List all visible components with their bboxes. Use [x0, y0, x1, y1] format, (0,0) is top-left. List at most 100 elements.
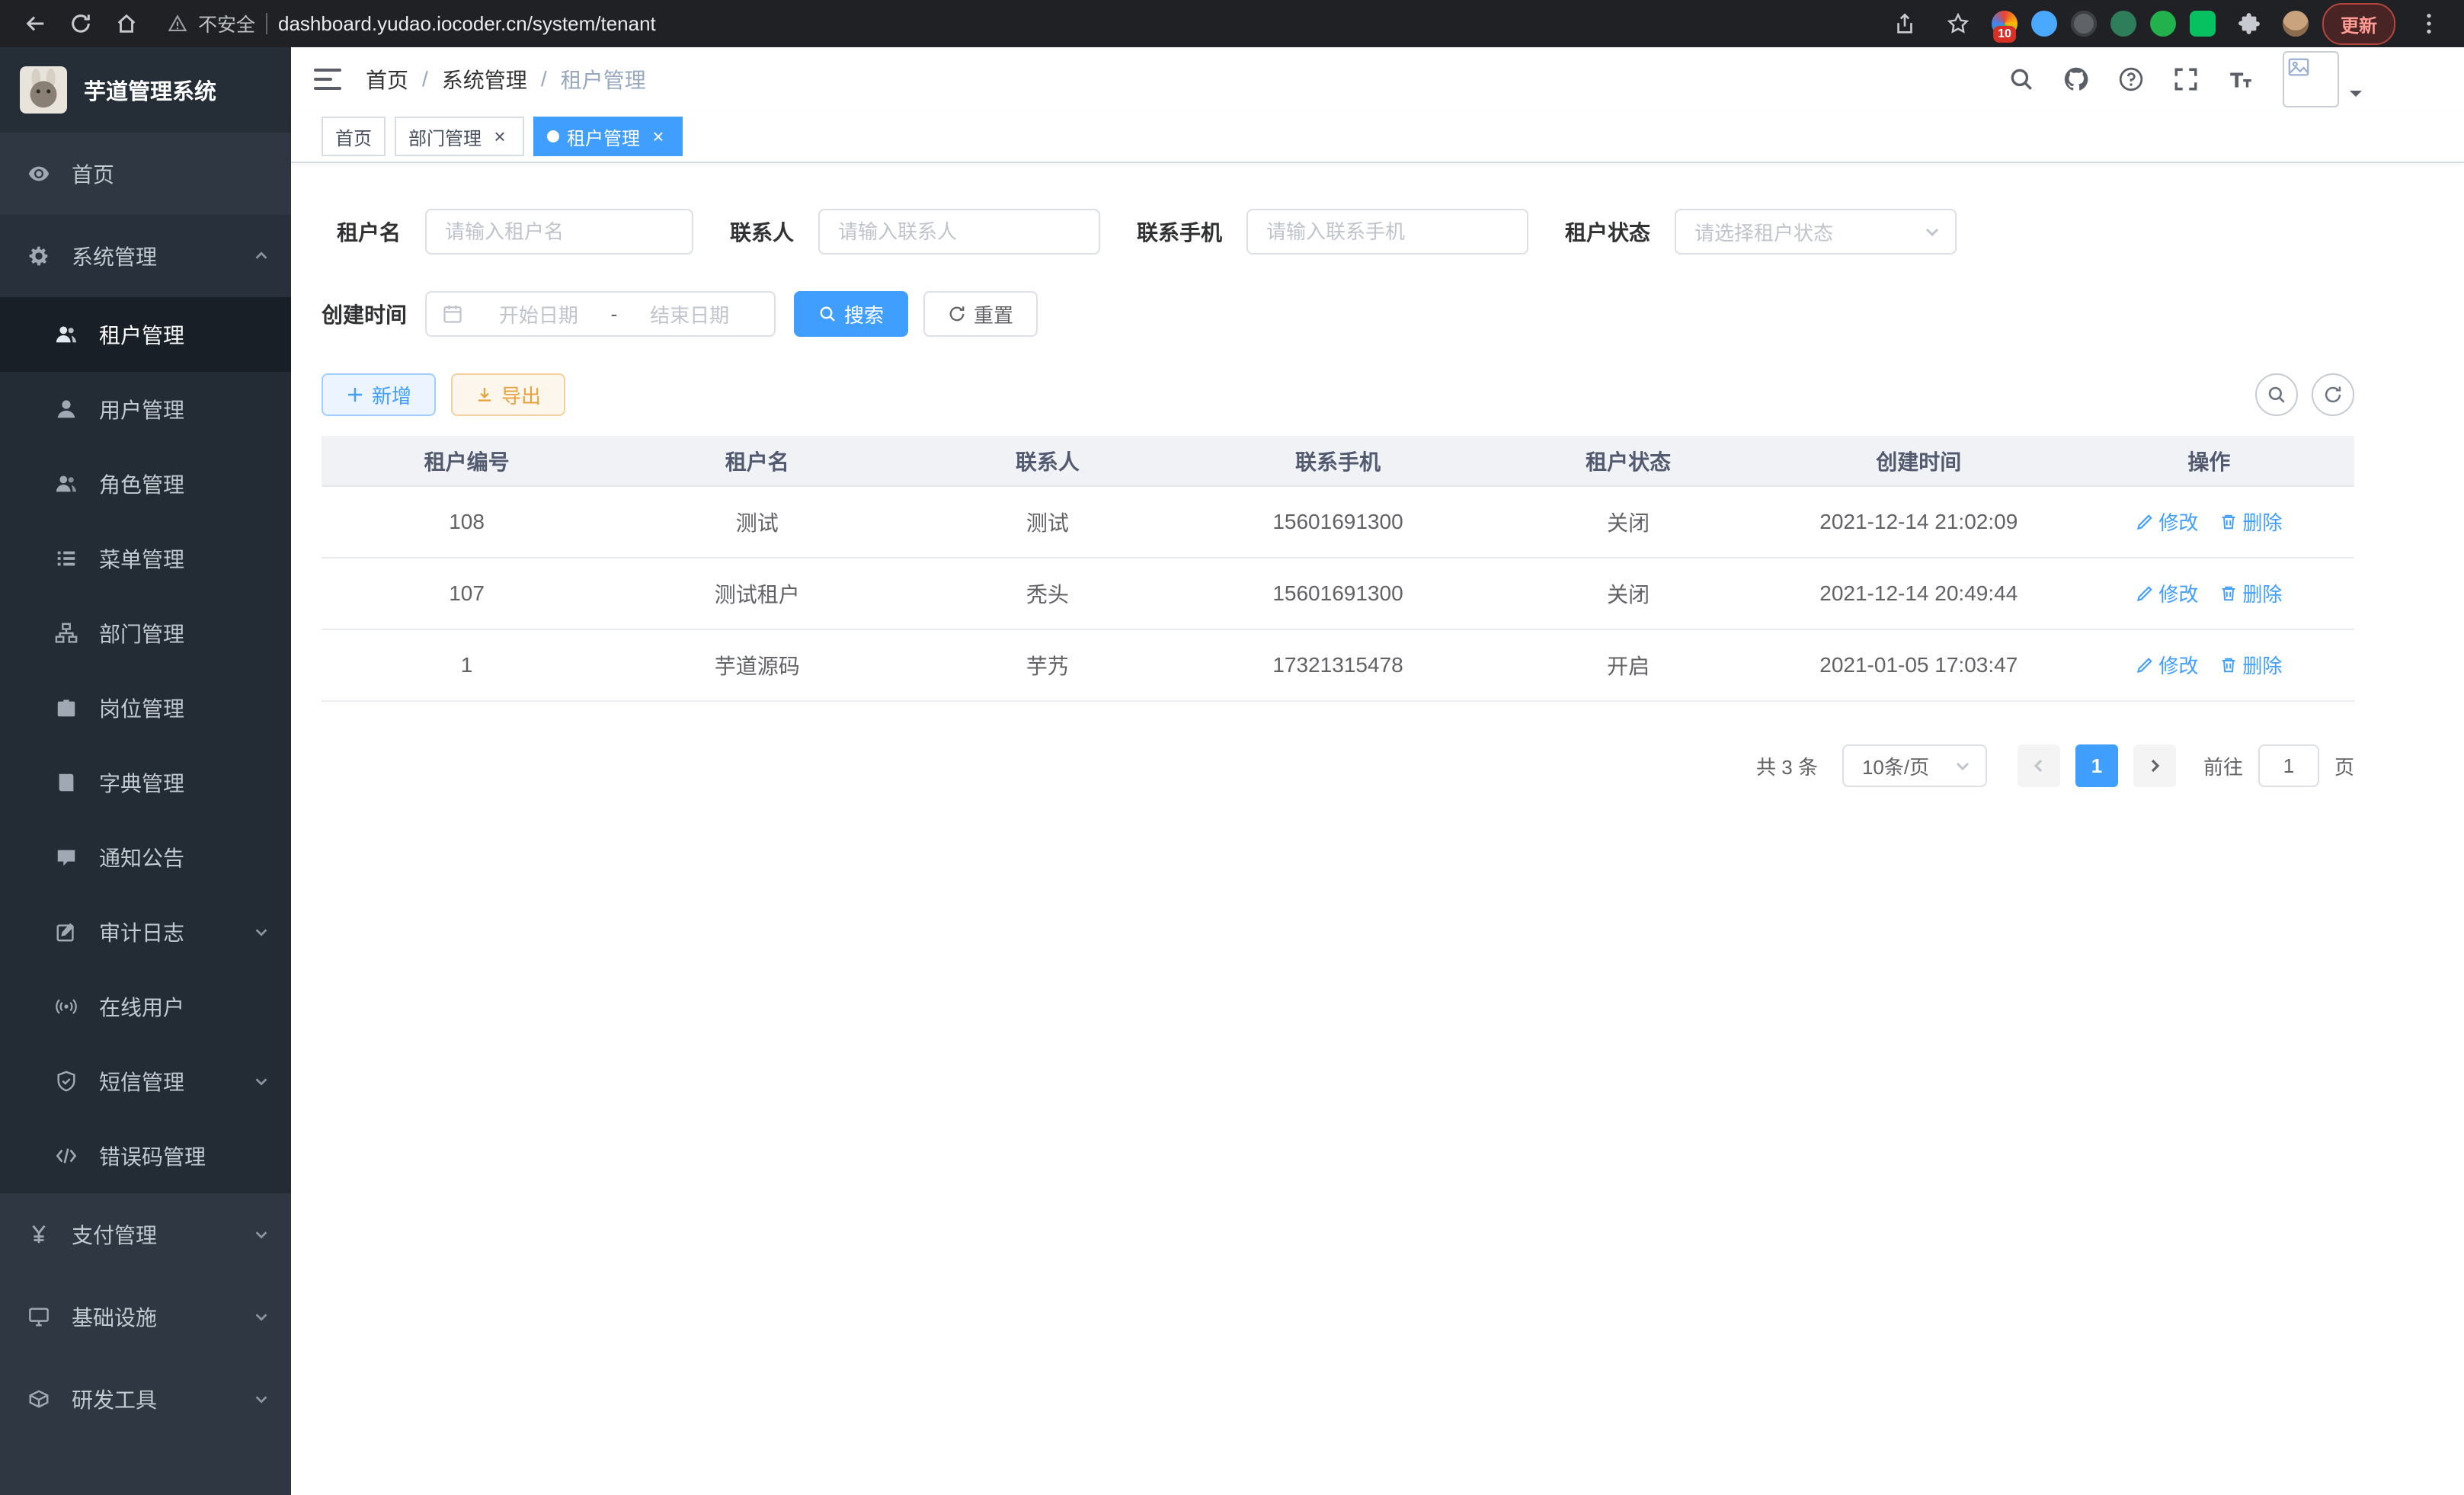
extension-icon-chat[interactable]	[2190, 11, 2216, 37]
yen-icon	[27, 1223, 50, 1246]
cell-actions: 修改删除	[2064, 629, 2354, 701]
cell-phone: 15601691300	[1192, 486, 1483, 558]
sidebar-item-label: 错误码管理	[99, 1141, 206, 1171]
sidebar-item[interactable]: 在线用户	[0, 969, 291, 1044]
phone-input[interactable]	[1246, 209, 1528, 255]
update-button[interactable]: 更新	[2322, 3, 2395, 45]
sidebar-item[interactable]: 首页	[0, 133, 291, 215]
sidebar-item[interactable]: 部门管理	[0, 596, 291, 671]
magnifier-icon	[818, 305, 837, 323]
sidebar-item[interactable]: 系统管理	[0, 215, 291, 297]
sidebar-item[interactable]: 研发工具	[0, 1358, 291, 1440]
add-button[interactable]: 新增	[322, 373, 436, 416]
home-icon[interactable]	[107, 4, 146, 43]
sidebar-item-label: 角色管理	[99, 469, 184, 499]
tenant-status-select[interactable]: 请选择租户状态	[1675, 209, 1957, 255]
sidebar-item-label: 字典管理	[99, 767, 184, 798]
app-logo[interactable]: 芋道管理系统	[0, 47, 291, 133]
breadcrumb-item[interactable]: 系统管理	[442, 64, 527, 94]
share-icon[interactable]	[1885, 4, 1925, 43]
font-size-icon[interactable]	[2228, 66, 2254, 92]
delete-link[interactable]: 删除	[2219, 507, 2282, 536]
search-icon[interactable]	[2008, 66, 2034, 92]
extension-icon-dark[interactable]	[2071, 11, 2097, 37]
briefcase-icon	[55, 696, 78, 719]
shield-icon	[55, 1070, 78, 1093]
user-avatar[interactable]	[2283, 51, 2363, 107]
page-number-button[interactable]: 1	[2075, 744, 2118, 787]
reload-icon[interactable]	[61, 4, 101, 43]
show-search-button[interactable]	[2255, 373, 2298, 416]
close-icon[interactable]: ×	[648, 126, 669, 147]
sidebar-item[interactable]: 菜单管理	[0, 521, 291, 596]
chevron-down-icon	[253, 1226, 270, 1243]
collapse-sidebar-icon[interactable]	[314, 66, 341, 93]
page-content: 租户名 联系人 联系手机 租户状态 请选择租户状态	[291, 163, 2464, 1495]
tab[interactable]: 部门管理 ×	[395, 117, 524, 156]
sidebar-item[interactable]: 短信管理	[0, 1044, 291, 1119]
extension-icon-blue[interactable]	[2031, 11, 2057, 37]
security-label: 不安全	[198, 10, 255, 37]
tab-label: 租户管理	[567, 123, 640, 150]
export-button[interactable]: 导出	[451, 373, 565, 416]
tab-label: 部门管理	[408, 123, 482, 150]
back-icon[interactable]	[15, 4, 55, 43]
total-count: 共 3 条	[1756, 752, 1818, 780]
tenant-name-input[interactable]	[425, 209, 693, 255]
breadcrumb: 首页/系统管理/租户管理	[366, 64, 646, 94]
bookmark-star-icon[interactable]	[1938, 4, 1978, 43]
calendar-icon	[442, 303, 463, 325]
edit-link[interactable]: 修改	[2136, 507, 2198, 536]
monitor-icon	[27, 1305, 50, 1328]
search-button[interactable]: 搜索	[794, 291, 908, 337]
sidebar-item[interactable]: 错误码管理	[0, 1119, 291, 1193]
next-page-button[interactable]	[2133, 744, 2176, 787]
prev-page-button[interactable]	[2018, 744, 2060, 787]
sidebar-item-label: 研发工具	[72, 1384, 157, 1414]
breadcrumb-item: 租户管理	[561, 64, 646, 94]
reset-button[interactable]: 重置	[923, 291, 1038, 337]
pencil-icon	[2136, 513, 2154, 531]
column-header: 联系人	[902, 436, 1192, 486]
create-time-range-picker[interactable]: 开始日期 - 结束日期	[425, 291, 776, 337]
extension-icon-green[interactable]	[2150, 11, 2176, 37]
sidebar-item[interactable]: 岗位管理	[0, 671, 291, 745]
delete-link[interactable]: 删除	[2219, 651, 2282, 679]
close-icon[interactable]: ×	[489, 126, 510, 147]
breadcrumb-item[interactable]: 首页	[366, 64, 408, 94]
tab[interactable]: 租户管理 ×	[533, 117, 683, 156]
sidebar-item[interactable]: 审计日志	[0, 895, 291, 969]
sidebar-item-label: 在线用户	[99, 991, 184, 1022]
edit-link[interactable]: 修改	[2136, 579, 2198, 607]
sidebar-item[interactable]: 字典管理	[0, 745, 291, 820]
github-icon[interactable]	[2063, 66, 2089, 92]
sidebar-item[interactable]: 支付管理	[0, 1193, 291, 1276]
extension-icon-colorful[interactable]: 10	[1992, 11, 2018, 37]
sidebar-item[interactable]: 角色管理	[0, 447, 291, 521]
date-separator: -	[608, 303, 621, 326]
address-bar[interactable]: 不安全 dashboard.yudao.iocoder.cn/system/te…	[168, 10, 1870, 37]
fullscreen-icon[interactable]	[2173, 66, 2199, 92]
org-tree-icon	[55, 622, 78, 645]
gear-icon	[27, 245, 50, 267]
sidebar-item[interactable]: 基础设施	[0, 1276, 291, 1358]
trash-icon	[2219, 656, 2238, 674]
sidebar-item-label: 支付管理	[72, 1219, 157, 1250]
menu-dots-icon[interactable]	[2409, 4, 2449, 43]
refresh-table-button[interactable]	[2312, 373, 2354, 416]
edit-link[interactable]: 修改	[2136, 651, 2198, 679]
sidebar-item[interactable]: 租户管理	[0, 297, 291, 372]
extension-icon-darkgreen[interactable]	[2110, 11, 2136, 37]
sidebar-item[interactable]: 用户管理	[0, 372, 291, 447]
goto-page-input[interactable]	[2258, 744, 2319, 787]
tab[interactable]: 首页	[322, 117, 386, 156]
delete-link[interactable]: 删除	[2219, 579, 2282, 607]
help-icon[interactable]	[2118, 66, 2144, 92]
cell-phone: 17321315478	[1192, 629, 1483, 701]
profile-avatar[interactable]	[2283, 11, 2309, 37]
url-text: dashboard.yudao.iocoder.cn/system/tenant	[278, 12, 656, 36]
page-size-select[interactable]: 10条/页	[1842, 744, 1987, 787]
sidebar-item[interactable]: 通知公告	[0, 820, 291, 895]
contact-input[interactable]	[818, 209, 1100, 255]
extensions-puzzle-icon[interactable]	[2229, 4, 2269, 43]
